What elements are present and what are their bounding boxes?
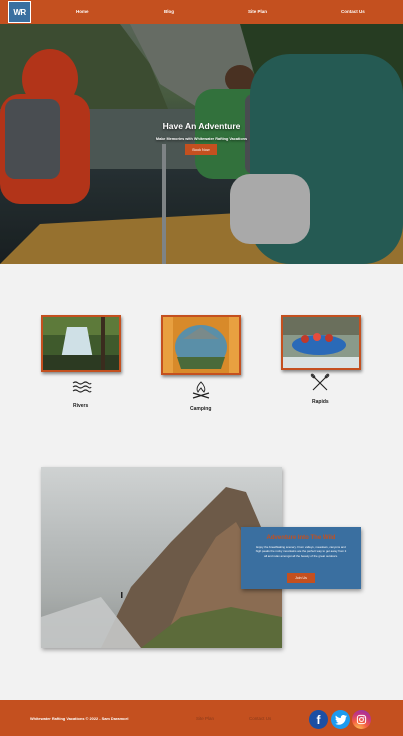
campfire-icon — [192, 381, 210, 399]
waves-icon — [72, 381, 92, 393]
promo-text: Enjoy the breathtaking scenery. From val… — [255, 545, 347, 558]
promo-card: Adventure Into The Wild Enjoy the breath… — [241, 527, 361, 589]
twitter-icon[interactable] — [331, 710, 350, 729]
rivers-image — [41, 315, 121, 372]
nav-blog-link[interactable]: Blog — [164, 9, 174, 14]
top-navbar: WR Home Blog Site Plan Contact Us — [0, 0, 403, 24]
nav-contact-link[interactable]: Contact Us — [341, 9, 365, 14]
footer-contact-link[interactable]: Contact Us — [249, 716, 271, 721]
facebook-icon[interactable]: f — [309, 710, 328, 729]
footer-copyright: Whitewater Rafting Vacations © 2022 - Sa… — [30, 716, 129, 721]
camping-image — [161, 315, 241, 375]
feature-label-rapids: Rapids — [312, 399, 329, 405]
feature-label-rivers: Rivers — [73, 403, 89, 409]
site-logo[interactable]: WR — [8, 1, 31, 23]
crossed-paddles-icon — [310, 373, 330, 391]
nav-site-plan-link[interactable]: Site Plan — [248, 9, 267, 14]
footer: Whitewater Rafting Vacations © 2022 - Sa… — [0, 700, 403, 736]
hero-banner: Have An Adventure Make Memories with Whi… — [0, 24, 403, 264]
footer-site-plan-link[interactable]: Site Plan — [196, 716, 214, 721]
hero-title: Have An Adventure — [162, 121, 241, 131]
feature-label-camping: Camping — [190, 406, 212, 412]
book-now-button[interactable]: Book Now — [185, 144, 217, 155]
promo-title: Adventure Into The Wild — [266, 535, 336, 541]
join-us-button[interactable]: Join Us — [287, 573, 315, 583]
hero-subtitle: Make Memories with Whitewater Rafting Va… — [155, 137, 248, 141]
instagram-icon[interactable] — [352, 710, 371, 729]
rapids-image — [281, 315, 361, 370]
nav-home-link[interactable]: Home — [76, 9, 89, 14]
